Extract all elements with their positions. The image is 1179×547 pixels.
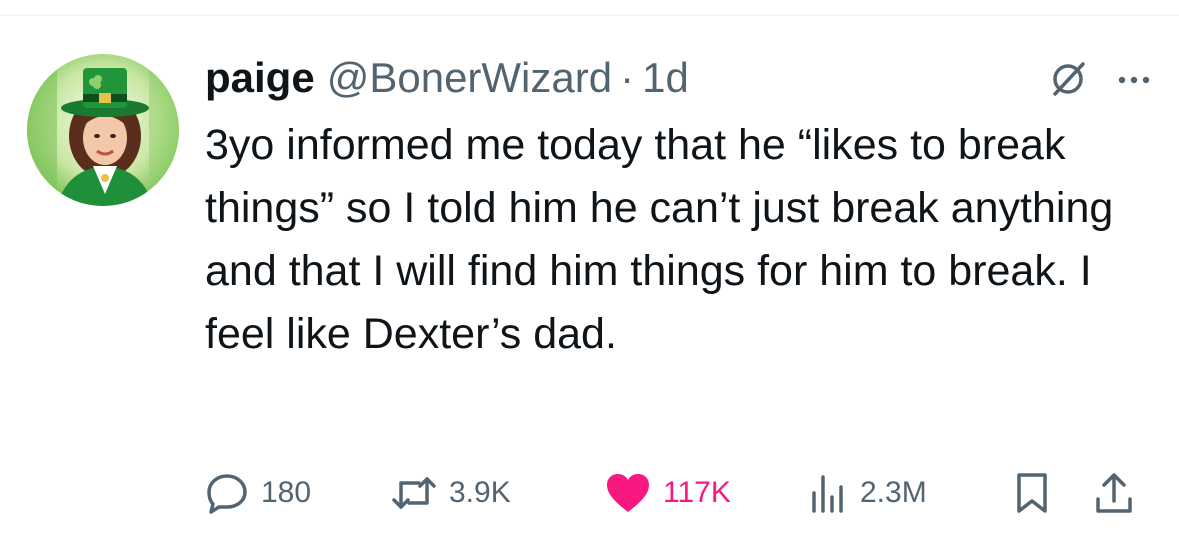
reply-button[interactable]: 180 [205,468,311,518]
bookmark-button[interactable] [1014,468,1062,518]
grok-slash-icon[interactable] [1047,58,1089,105]
bookmark-icon [1017,473,1047,513]
bar-chart-icon [812,475,843,513]
header-actions [1047,58,1155,105]
top-divider [0,15,1179,16]
tweet-actions: 180 3.9K 117K 2.3M [205,468,1155,518]
avatar-image [27,54,179,206]
avatar[interactable] [27,54,179,206]
heart-filled-icon [607,474,649,512]
timestamp[interactable]: 1d [642,48,689,108]
reply-count: 180 [261,476,312,509]
share-button[interactable] [1093,468,1147,518]
views-count: 2.3M [860,476,927,509]
tweet-header: paige @BonerWizard · 1d [205,48,1155,108]
more-dots-icon[interactable] [1117,73,1151,91]
like-button[interactable]: 117K [605,468,731,518]
display-name[interactable]: paige [205,48,315,108]
retweet-arrows-icon [392,477,436,509]
retweet-button[interactable]: 3.9K [391,468,511,518]
like-count: 117K [663,476,731,509]
separator-dot: · [620,54,635,101]
tweet-content: paige @BonerWizard · 1d 3yo informed me … [205,48,1155,366]
share-upload-icon [1096,473,1132,513]
retweet-count: 3.9K [449,476,511,509]
views-button[interactable]: 2.3M [808,468,927,518]
user-handle[interactable]: @BonerWizard [327,48,612,108]
tweet-text: 3yo informed me today that he “likes to … [205,121,1114,358]
speech-bubble-icon [207,474,247,514]
